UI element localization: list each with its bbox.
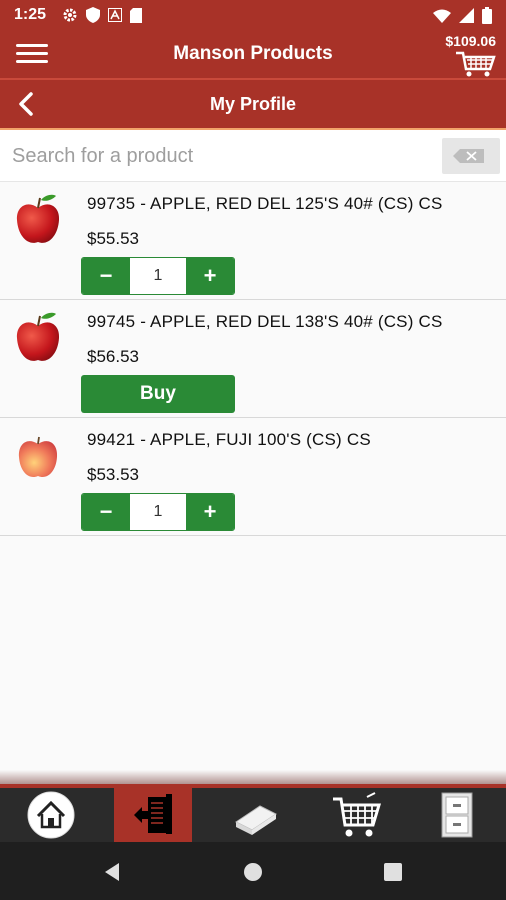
app-bar: Manson Products $109.06 <box>0 30 506 78</box>
increase-quantity-button[interactable]: + <box>186 494 234 530</box>
home-nav-icon[interactable] <box>241 860 265 884</box>
home-icon <box>27 791 75 839</box>
buy-button[interactable]: Buy <box>81 375 235 413</box>
product-price: $56.53 <box>87 347 139 366</box>
signal-icon <box>459 8 474 23</box>
product-price: $53.53 <box>87 465 139 484</box>
status-bar: 1:25 <box>0 0 506 30</box>
back-nav-icon[interactable] <box>100 860 124 884</box>
system-nav-bar <box>0 842 506 900</box>
product-name: 99745 - APPLE, RED DEL 138'S 40# (CS) CS <box>87 312 443 331</box>
decrease-quantity-button[interactable]: − <box>82 258 130 294</box>
clear-search-button[interactable] <box>442 138 500 174</box>
status-time: 1:25 <box>14 6 47 23</box>
increase-quantity-button[interactable]: + <box>186 258 234 294</box>
product-list: 99735 - APPLE, RED DEL 125'S 40# (CS) CS… <box>0 182 506 536</box>
cart-icon <box>333 792 382 837</box>
order-list-icon <box>134 794 172 834</box>
sub-header: My Profile <box>0 80 506 128</box>
sd-card-icon <box>130 7 142 23</box>
shield-icon <box>86 7 100 23</box>
tab-home[interactable] <box>12 788 90 842</box>
battery-icon <box>482 7 492 24</box>
a-box-icon <box>108 8 122 22</box>
app-title: Manson Products <box>173 43 333 64</box>
red-apple-icon <box>16 194 60 243</box>
backspace-icon <box>453 149 484 163</box>
product-name: 99735 - APPLE, RED DEL 125'S 40# (CS) CS <box>87 194 443 213</box>
product-name: 99421 - APPLE, FUJI 100'S (CS) CS <box>87 430 371 449</box>
gear-icon <box>63 8 77 22</box>
tab-bar-shadow <box>0 770 506 784</box>
recents-nav-icon[interactable] <box>381 860 405 884</box>
quantity-value[interactable]: 1 <box>130 494 186 530</box>
decrease-quantity-button[interactable]: − <box>82 494 130 530</box>
page-title: My Profile <box>209 94 297 114</box>
product-price: $55.53 <box>87 229 139 248</box>
quantity-stepper[interactable]: − 1 + <box>81 257 235 295</box>
wifi-icon <box>433 9 451 23</box>
bottom-tab-bar <box>0 784 506 842</box>
tab-cabinet[interactable] <box>418 788 496 842</box>
tab-cart[interactable] <box>318 788 396 842</box>
cabinet-icon <box>441 792 473 838</box>
tab-order-guide[interactable] <box>114 788 192 842</box>
product-item[interactable]: 99735 - APPLE, RED DEL 125'S 40# (CS) CS… <box>0 182 506 300</box>
product-item[interactable]: 99745 - APPLE, RED DEL 138'S 40# (CS) CS… <box>0 300 506 418</box>
quantity-stepper[interactable]: − 1 + <box>81 493 235 531</box>
book-icon <box>235 805 277 835</box>
search-bar <box>0 128 506 182</box>
product-item[interactable]: 99421 - APPLE, FUJI 100'S (CS) CS $53.53… <box>0 418 506 536</box>
quantity-value[interactable]: 1 <box>130 258 186 294</box>
tab-catalog[interactable] <box>216 788 294 842</box>
fuji-apple-icon <box>18 436 58 478</box>
red-apple-icon <box>16 312 60 361</box>
cart-total[interactable]: $109.06 <box>445 33 496 49</box>
search-input[interactable] <box>12 140 432 172</box>
cart-icon[interactable] <box>454 49 496 77</box>
